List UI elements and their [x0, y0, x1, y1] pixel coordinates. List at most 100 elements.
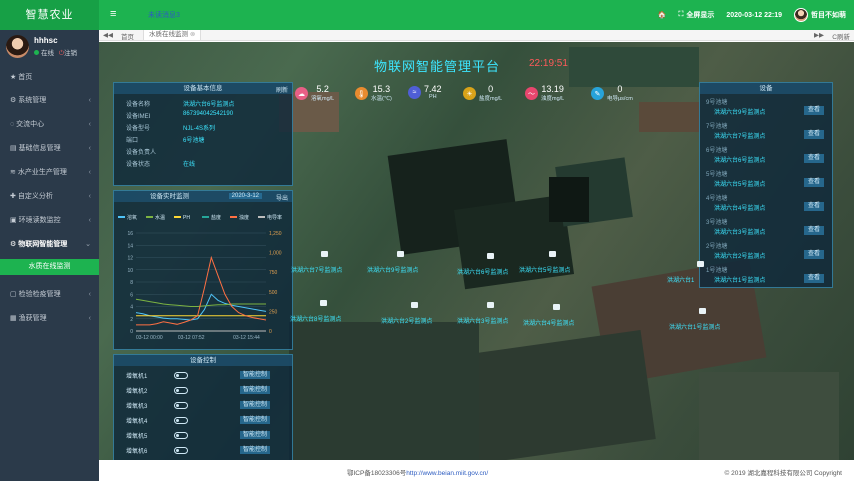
- x-tick-label: 03-12 07:52: [178, 335, 205, 341]
- close-icon[interactable]: ⊗: [190, 31, 195, 38]
- sidebar-subitem-water-monitor[interactable]: 水质在线监测: [0, 259, 99, 275]
- sidebar-item-inspection[interactable]: ▢ 检验检疫管理 ‹: [0, 283, 99, 306]
- smart-control-button[interactable]: 智能控制: [240, 416, 271, 424]
- tab-scroll-back-icon[interactable]: ◀◀: [103, 31, 113, 39]
- avatar: [6, 35, 29, 58]
- aerator-toggle[interactable]: [174, 387, 188, 394]
- map-marker-icon[interactable]: [553, 304, 560, 310]
- map-marker-label[interactable]: 洪湖六台3号监测点: [457, 316, 508, 325]
- view-device-button[interactable]: 查看: [803, 250, 824, 259]
- sidebar-item-label: 自定义分析: [17, 193, 53, 200]
- tab-home[interactable]: 首页: [121, 31, 134, 41]
- icp-link[interactable]: http://www.beian.miit.gov.cn/: [406, 470, 488, 477]
- smart-control-button[interactable]: 智能控制: [240, 431, 271, 439]
- control-row-name: 增氧机4: [126, 419, 148, 425]
- top-bar: 智慧农业 ≡ 未读消息3 🏠 ⛶ 全屏显示 2020-03-12 22:19 哲目…: [0, 0, 854, 30]
- view-device-button[interactable]: 查看: [803, 130, 824, 139]
- tab-bar: ◀◀ 首页 水质在线监测 ⊗ ▶▶ C刷新: [99, 30, 854, 41]
- info-key: 设备名称: [126, 102, 151, 108]
- user-panel: hhhsc 在线 ⏻注销: [0, 30, 99, 62]
- sidebar-item-system[interactable]: ⚙ 系统管理 ‹: [0, 89, 99, 112]
- device-pond: 1号池塘: [706, 268, 728, 274]
- gear-icon: ⚙: [10, 97, 17, 104]
- sidebar-item-environment[interactable]: ▣ 环境读数监控 ‹: [0, 209, 99, 232]
- view-device-button[interactable]: 查看: [803, 274, 824, 283]
- map-marker-icon[interactable]: [320, 300, 327, 306]
- home-shortcut-icon[interactable]: 🏠: [658, 11, 667, 19]
- realtime-line-chart[interactable]: 溶氧 水温 PH 盐度 浊度 电导率 0 2 4 6 8 10 12 14 16 0 250 500 750 1,00…: [114, 203, 292, 349]
- x-tick-label: 03-12 15:44: [233, 335, 260, 341]
- fullscreen-button[interactable]: ⛶ 全屏显示: [678, 10, 714, 20]
- map-marker-icon[interactable]: [487, 253, 494, 259]
- sidebar-item-aquaculture[interactable]: ≋ 水产业生产管理 ‹: [0, 161, 99, 184]
- map-marker-label[interactable]: 洪湖六台4号监测点: [523, 318, 574, 327]
- refresh-button[interactable]: C刷新: [832, 31, 850, 41]
- map-marker-icon[interactable]: [487, 302, 494, 308]
- date-picker[interactable]: 2020-3-12: [228, 193, 262, 199]
- info-value: NJL-4S系列: [183, 126, 216, 132]
- user-menu[interactable]: 哲目不如萌: [794, 8, 846, 22]
- satellite-map[interactable]: 物联网智能管理平台 22:19:51 ☁ 5.2 溶氧mg/L 🌡 15.3 水温(℃)…: [99, 42, 854, 460]
- menu-toggle-icon[interactable]: ≡: [110, 8, 116, 20]
- aerator-toggle[interactable]: [174, 447, 188, 454]
- map-marker-label[interactable]: 洪湖六台5号监测点: [519, 265, 570, 274]
- view-device-button[interactable]: 查看: [803, 202, 824, 211]
- logout-link[interactable]: 注销: [64, 50, 77, 57]
- sidebar-item-home[interactable]: ★ 首页: [0, 66, 99, 89]
- aerator-toggle[interactable]: [174, 417, 188, 424]
- metric-value: 15.3: [372, 84, 391, 94]
- map-marker-icon[interactable]: [699, 308, 706, 314]
- map-marker-icon[interactable]: [411, 302, 418, 308]
- map-marker-icon[interactable]: [697, 261, 704, 267]
- sidebar-item-custom-analysis[interactable]: ✚ 自定义分析 ‹: [0, 185, 99, 208]
- export-button[interactable]: 导出: [276, 193, 288, 202]
- tab-scroll-forward-icon[interactable]: ▶▶: [814, 31, 824, 39]
- sidebar-item-label: 系统管理: [18, 97, 47, 104]
- user-name: hhhsc: [34, 36, 58, 45]
- metric-salinity: ☀ 0 盐度mg/L: [463, 85, 502, 102]
- map-marker-label[interactable]: 洪湖六台6号监测点: [457, 267, 508, 276]
- sidebar-item-communication[interactable]: ◌ 交流中心 ‹: [0, 113, 99, 136]
- sun-icon: ☀: [463, 87, 476, 100]
- view-device-button[interactable]: 查看: [803, 106, 824, 115]
- map-marker-label[interactable]: 洪湖六台7号监测点: [291, 265, 342, 274]
- sidebar-item-catch[interactable]: ▦ 渔获管理 ‹: [0, 307, 99, 330]
- view-device-button[interactable]: 查看: [803, 178, 824, 187]
- aerator-toggle[interactable]: [174, 402, 188, 409]
- map-marker-icon[interactable]: [397, 251, 404, 257]
- refresh-button[interactable]: 刷新: [276, 85, 288, 94]
- map-marker-label[interactable]: 洪湖六台8号监测点: [290, 314, 341, 323]
- view-device-button[interactable]: 查看: [803, 226, 824, 235]
- footer-icp: 鄂ICP备18023306号http://www.beian.miit.gov.…: [347, 467, 488, 477]
- device-name: 洪湖六台1号监测点: [714, 278, 766, 284]
- metric-value: 0: [617, 84, 623, 94]
- chevron-left-icon: ‹: [88, 315, 91, 322]
- aerator-toggle[interactable]: [174, 372, 188, 379]
- metric-ph: ≈7.42 PH: [408, 85, 442, 100]
- sidebar-item-iot[interactable]: ⚙ 物联网智能管理 ⌄: [0, 233, 99, 256]
- map-marker-label[interactable]: 洪湖六台2号监测点: [381, 316, 432, 325]
- smart-control-button[interactable]: 智能控制: [240, 371, 271, 379]
- smart-control-button[interactable]: 智能控制: [240, 401, 271, 409]
- map-marker-label[interactable]: 洪湖六台1号监测点: [669, 322, 720, 331]
- map-marker-icon[interactable]: [321, 251, 328, 257]
- smart-control-button[interactable]: 智能控制: [240, 446, 271, 454]
- y-right-tick-label: 1,250: [269, 231, 282, 237]
- unread-messages-link[interactable]: 未读消息3: [148, 10, 180, 20]
- smart-control-button[interactable]: 智能控制: [240, 386, 271, 394]
- sidebar-item-label: 首页: [18, 74, 33, 81]
- map-marker-icon[interactable]: [549, 251, 556, 257]
- map-marker-label[interactable]: 洪湖六台9号监测点: [367, 265, 418, 274]
- view-device-button[interactable]: 查看: [803, 154, 824, 163]
- info-key: 设备型号: [126, 126, 151, 132]
- topbar-right-group: 🏠 ⛶ 全屏显示 2020-03-12 22:19 哲目不如萌: [658, 0, 846, 30]
- aerator-toggle[interactable]: [174, 432, 188, 439]
- map-marker-label[interactable]: 洪湖六台1: [667, 275, 694, 284]
- tab-water-monitor[interactable]: 水质在线监测 ⊗: [143, 30, 202, 41]
- sidebar-item-basic-info[interactable]: ▤ 基础信息管理 ‹: [0, 137, 99, 160]
- device-pond: 2号池塘: [706, 244, 728, 250]
- brand-logo[interactable]: 智慧农业: [0, 0, 99, 30]
- chevron-left-icon: ‹: [88, 169, 91, 176]
- metric-label: 电导μs/cm: [607, 96, 633, 102]
- y-right-tick-label: 1,000: [269, 251, 282, 257]
